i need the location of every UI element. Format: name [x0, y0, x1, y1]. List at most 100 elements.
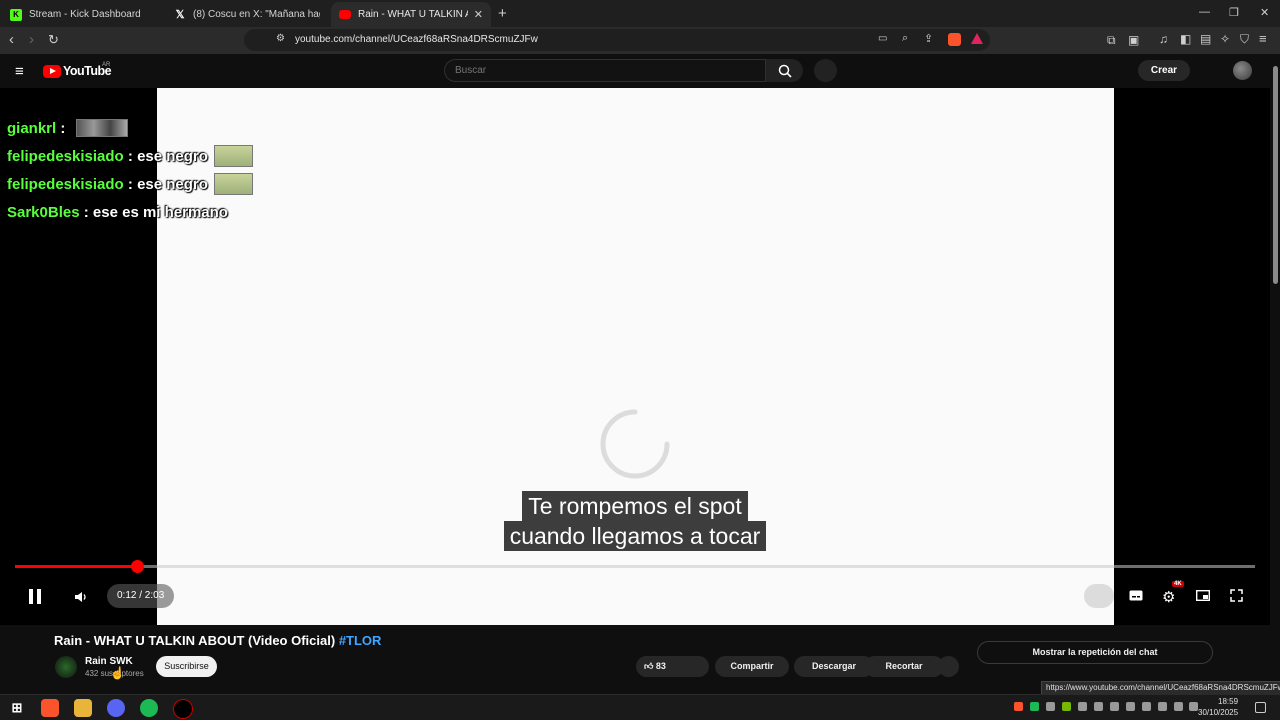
- tab-rain-video[interactable]: Rain - WHAT U TALKIN ABOUT ( ✕: [331, 2, 491, 27]
- chat-emote: [213, 173, 253, 195]
- chat-message: giankrl :: [7, 114, 253, 142]
- channel-name[interactable]: Rain SWK: [85, 656, 133, 667]
- video-player[interactable]: giankrl : felipedeskisiado : ese negro f…: [0, 88, 1270, 625]
- zoom-icon[interactable]: ⌕: [902, 32, 908, 45]
- leo-ai-icon[interactable]: ✧: [1220, 32, 1230, 46]
- tray-app-icon[interactable]: [1174, 702, 1183, 711]
- time-display: 0:12 / 2:03: [107, 584, 175, 608]
- subtitles: Te rompemos el spot cuando llegamos a to…: [0, 491, 1270, 551]
- address-bar[interactable]: ⚙ youtube.com/channel/UCeazf68aRSna4DRSc…: [244, 29, 990, 51]
- like-button[interactable]: 👍︎ 83: [636, 656, 709, 677]
- obs-icon[interactable]: [173, 699, 193, 719]
- wallet-icon[interactable]: ▣: [1128, 33, 1139, 47]
- tab-coscu-x[interactable]: 𝕏 (8) Coscu en X: "Mañana hago un: [166, 2, 328, 27]
- closed-captions-icon: [1129, 590, 1143, 601]
- account-avatar[interactable]: [1233, 61, 1252, 80]
- more-actions-button[interactable]: [938, 656, 959, 677]
- site-settings-icon[interactable]: ⚙: [276, 33, 285, 44]
- chat-username: Sark0Bles: [7, 203, 80, 221]
- tray-app-icon[interactable]: [1078, 702, 1087, 711]
- chat-emote: [213, 145, 253, 167]
- like-count: 83: [655, 661, 666, 671]
- search-input[interactable]: [444, 59, 766, 82]
- volume-button[interactable]: [74, 590, 88, 607]
- tray-app-icon[interactable]: [1094, 702, 1103, 711]
- file-explorer-icon[interactable]: [74, 699, 92, 717]
- search-button[interactable]: [766, 59, 803, 82]
- cast-icon[interactable]: ▭: [878, 33, 887, 44]
- scrollbar-thumb[interactable]: [1273, 66, 1278, 284]
- close-window-button[interactable]: ✕: [1260, 6, 1269, 19]
- settings-gear-icon[interactable]: ⚙: [1162, 588, 1175, 606]
- subtitles-button[interactable]: [1129, 590, 1143, 604]
- hashtag-link[interactable]: #TLOR: [339, 633, 382, 648]
- scrubber-handle[interactable]: [130, 560, 144, 573]
- tray-discord-icon[interactable]: [1046, 702, 1055, 711]
- search-icon: [778, 64, 792, 78]
- spotify-icon[interactable]: [140, 699, 158, 717]
- tray-steam-icon[interactable]: [1110, 702, 1119, 711]
- tray-brave-icon[interactable]: [1014, 702, 1023, 711]
- autoplay-toggle[interactable]: [1084, 584, 1114, 608]
- clip-button[interactable]: Recortar: [864, 656, 944, 677]
- tray-spotify-icon[interactable]: [1030, 702, 1039, 711]
- brave-rewards-icon[interactable]: [971, 33, 983, 44]
- tray-mic-icon[interactable]: [1158, 702, 1167, 711]
- taskbar-clock[interactable]: 18:59 30/10/2025: [1198, 696, 1238, 718]
- progress-bar[interactable]: [15, 560, 1255, 573]
- tray-app-icon[interactable]: [1126, 702, 1135, 711]
- create-button[interactable]: Crear: [1138, 60, 1190, 81]
- chat-text: ese es mi hermano: [92, 203, 228, 221]
- chat-text: ese negro: [137, 175, 208, 193]
- subtitle-line: Te rompemos el spot: [522, 491, 748, 521]
- youtube-header: ≡ YouTube AR Crear: [0, 54, 1280, 88]
- menu-icon[interactable]: ≡: [1259, 31, 1267, 46]
- pause-icon: [29, 589, 41, 604]
- download-button[interactable]: Descargar: [794, 656, 874, 677]
- new-tab-button[interactable]: +: [498, 5, 507, 22]
- tabs-icon[interactable]: ▤: [1200, 32, 1211, 46]
- brave-shields-icon[interactable]: [948, 33, 961, 46]
- media-icon[interactable]: ♫: [1159, 32, 1168, 46]
- discord-icon[interactable]: [107, 699, 125, 717]
- reload-icon[interactable]: ↻: [48, 32, 59, 48]
- chat-message: Sark0Bles : ese es mi hermano: [7, 203, 228, 221]
- subscribe-button[interactable]: Suscribirse: [156, 656, 217, 677]
- youtube-logo[interactable]: YouTube AR: [43, 62, 112, 78]
- hamburger-menu-icon[interactable]: ≡: [15, 63, 24, 80]
- extensions-icon[interactable]: ⧉: [1107, 33, 1116, 48]
- windows-start-icon[interactable]: ⊞: [8, 699, 26, 717]
- show-chat-replay-button[interactable]: Mostrar la repetición del chat: [977, 641, 1213, 664]
- restore-button[interactable]: ❐: [1229, 6, 1239, 19]
- quality-badge: 4K: [1172, 581, 1184, 587]
- back-icon[interactable]: ‹: [9, 32, 14, 48]
- chat-username: felipedeskisiado: [7, 147, 124, 165]
- miniplayer-button[interactable]: [1195, 589, 1211, 604]
- close-tab-icon[interactable]: ✕: [474, 8, 483, 21]
- brave-browser-icon[interactable]: [41, 699, 59, 717]
- youtube-play-icon: [43, 64, 61, 78]
- voice-search-button[interactable]: [814, 59, 837, 82]
- channel-avatar[interactable]: [55, 656, 77, 678]
- tab-title: Rain - WHAT U TALKIN ABOUT (: [358, 9, 468, 20]
- volume-icon: [75, 592, 86, 602]
- chat-username: giankrl: [7, 119, 57, 137]
- forward-icon[interactable]: ›: [29, 32, 34, 48]
- vpn-icon[interactable]: ⛉: [1240, 32, 1249, 47]
- browser-toolbar: ‹ › ↻ ⚙ youtube.com/channel/UCeazf68aRSn…: [0, 27, 1280, 54]
- share-button[interactable]: Compartir: [715, 656, 789, 677]
- tab-kick-dashboard[interactable]: K Stream - Kick Dashboard: [2, 2, 164, 27]
- tray-nvidia-icon[interactable]: [1062, 702, 1071, 711]
- tray-network-icon[interactable]: [1142, 702, 1151, 711]
- sidebar-icon[interactable]: ◧: [1180, 32, 1191, 46]
- tray-volume-icon[interactable]: [1189, 702, 1198, 711]
- minimize-button[interactable]: —: [1199, 6, 1210, 18]
- fullscreen-button[interactable]: [1230, 589, 1243, 605]
- chat-message: felipedeskisiado : ese negro: [7, 142, 253, 170]
- subtitle-line: cuando llegamos a tocar: [503, 521, 767, 551]
- kick-icon: K: [10, 8, 22, 21]
- share-icon[interactable]: ⇪: [924, 32, 933, 45]
- pause-button[interactable]: [27, 588, 43, 608]
- page-scrollbar[interactable]: [1271, 54, 1280, 694]
- notifications-icon[interactable]: [1255, 702, 1266, 713]
